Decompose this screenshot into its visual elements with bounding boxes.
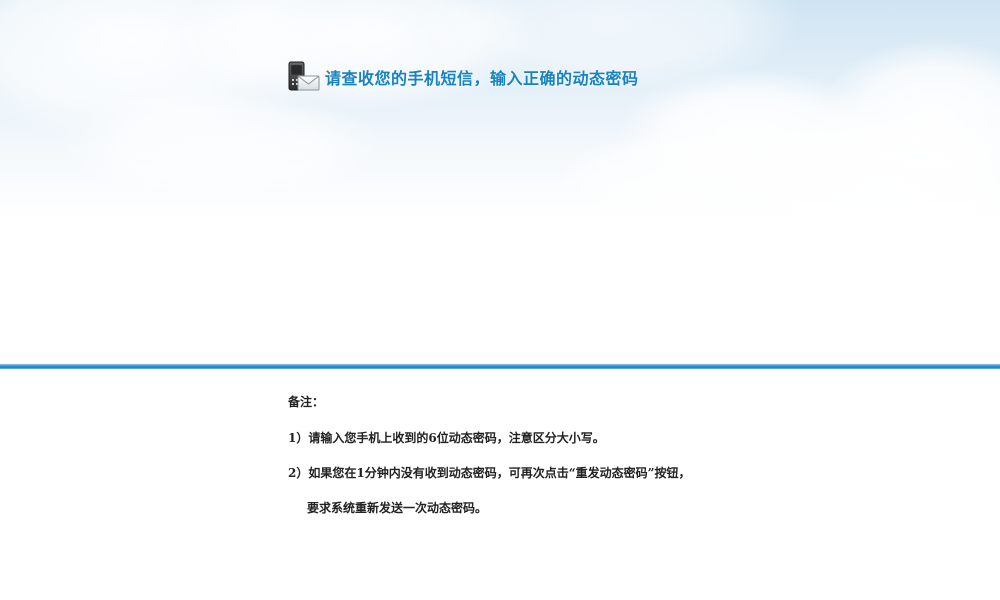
page-header: 请查收您的手机短信，输入正确的动态密码 xyxy=(288,61,639,93)
note-item-1: 1）请输入您手机上收到的6位动态密码，注意区分大小写。 xyxy=(288,431,605,445)
sky-background xyxy=(0,0,1000,365)
section-divider xyxy=(0,364,1000,369)
page-title: 请查收您的手机短信，输入正确的动态密码 xyxy=(325,69,639,88)
phone-envelope-icon xyxy=(288,61,320,93)
notes-heading: 备注： xyxy=(288,395,325,409)
note-item-2-continued: 要求系统重新发送一次动态密码。 xyxy=(307,501,488,515)
notes-section: 备注： 1）请输入您手机上收到的6位动态密码，注意区分大小写。 2）如果您在1分… xyxy=(288,392,968,533)
dynamic-password-page: 请查收您的手机短信，输入正确的动态密码 备注： 1）请输入您手机上收到的6位动态… xyxy=(0,0,1000,600)
note-item-2: 2）如果您在1分钟内没有收到动态密码，可再次点击“重发动态密码”按钮， xyxy=(288,466,691,480)
